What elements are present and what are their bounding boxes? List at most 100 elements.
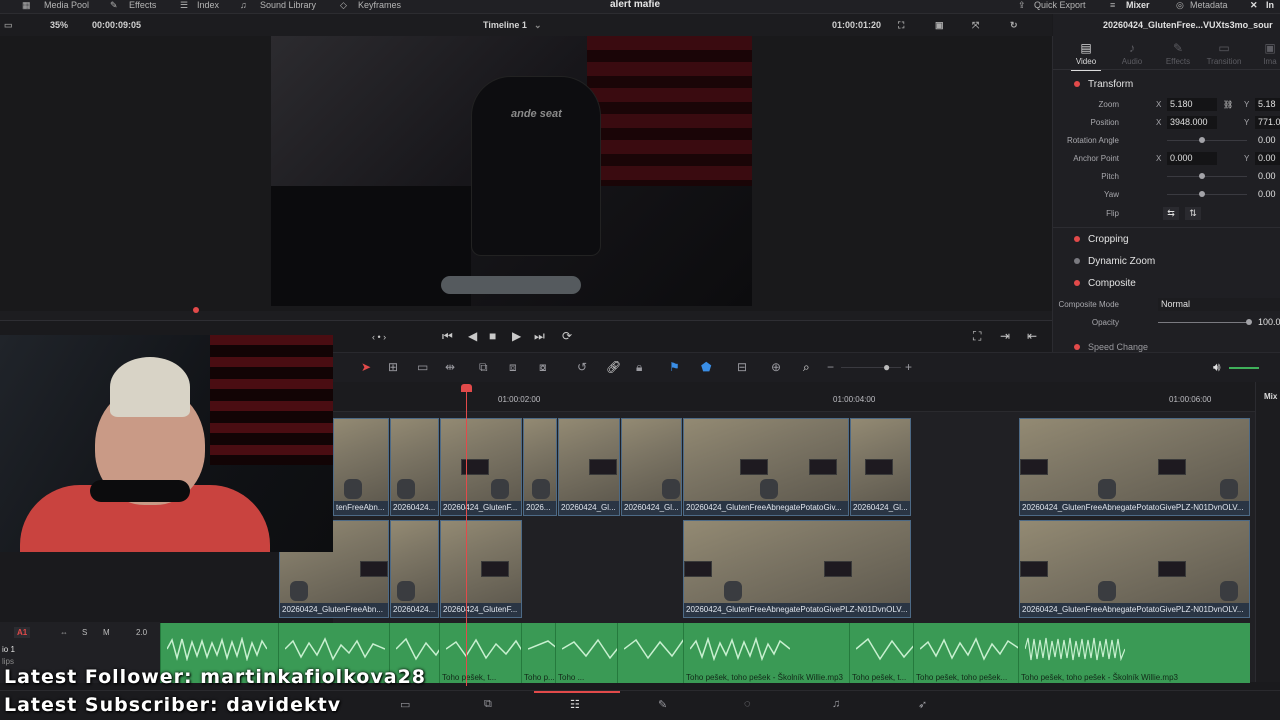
zoom-out-icon[interactable]: − [827,360,834,374]
index-button[interactable]: Index [197,0,219,14]
fullscreen-icon[interactable]: ⛶ [973,329,981,344]
inspector-button[interactable]: In [1266,0,1274,14]
overwrite-clip-icon[interactable]: ⧈ [509,360,517,375]
video-clip[interactable]: 20260424_GlutenFreeAbnegatePotatoGivePLZ… [683,520,911,618]
audio-clip[interactable]: Toho pešek, toho pešek... [913,623,1018,683]
audio-clip[interactable]: Toho pešek, t... [849,623,913,683]
video-clip[interactable]: 20260424_GlutenF... [440,418,522,516]
flip-horizontal-icon[interactable]: ⇆ [1163,207,1179,220]
chevron-down-icon[interactable]: ⌄ [534,20,542,31]
speed-change-enable-dot[interactable] [1074,344,1080,350]
deliver-page-icon[interactable]: ➶ [918,698,927,711]
play-reverse-icon[interactable]: ◀ [468,329,477,343]
trim-tool-icon[interactable]: ⊞ [388,360,398,374]
cut-page-icon[interactable]: ⧉ [484,698,492,711]
index-icon[interactable]: ☰ [180,0,188,14]
audio-clip[interactable]: Toho pešek, toho pešek - Školník Willie.… [683,623,849,683]
refresh-icon[interactable]: ↻ [1010,20,1018,31]
zoom-slider[interactable] [841,367,901,368]
audio-clip[interactable]: Toho p... [521,623,555,683]
mixer-button[interactable]: Mixer [1126,0,1150,14]
volume-icon[interactable]: 🔊︎ [1213,360,1221,375]
match-frame-icon[interactable]: ‹ • › [372,332,386,342]
metadata-button[interactable]: Metadata [1190,0,1228,14]
metadata-icon[interactable]: ◎ [1176,0,1184,14]
audio-clip[interactable] [617,623,683,683]
zoom-full-icon[interactable]: ⊟ [737,360,747,374]
video-clip[interactable]: 20260424_GlutenF... [440,520,522,618]
viewer-scrubber[interactable] [0,307,1052,321]
color-page-icon[interactable]: ◌ [744,698,751,710]
video-clip[interactable]: 2026... [523,418,557,516]
audio-clip[interactable]: Toho pešek, toho pešek - Školník Willie.… [1018,623,1250,683]
yaw-value[interactable]: 0.00 [1255,188,1280,201]
video-clip[interactable]: tenFreeAbn... [333,418,389,516]
flip-vertical-icon[interactable]: ⇅ [1185,207,1201,220]
opacity-slider[interactable] [1158,322,1248,323]
quick-export-icon[interactable]: ⇪ [1018,0,1026,14]
video-clip[interactable]: 20260424_Gl... [558,418,620,516]
mixer-icon[interactable]: ≡ [1110,0,1115,14]
prev-edit-icon[interactable]: ⇤ [1027,329,1037,343]
linked-selection-icon[interactable]: 🔗︎ [606,360,621,374]
anchor-x-field[interactable]: 0.000 [1167,152,1217,165]
media-pool-button[interactable]: Media Pool [44,0,89,14]
tab-transition[interactable]: ▭ Transition [1201,41,1247,66]
aspect-icon[interactable]: ⛶ [898,20,904,31]
composite-mode-select[interactable]: Normal [1158,298,1280,311]
tab-effects[interactable]: ✎ Effects [1155,41,1201,66]
transform-overlay-icon[interactable]: ⤧ [972,20,979,31]
display-icon[interactable]: ▣ [935,20,944,31]
position-y-field[interactable]: 771.0 [1255,116,1280,129]
selection-tool-icon[interactable]: ➤ [361,360,371,374]
zoom-in-icon[interactable]: + [905,360,912,374]
position-x-field[interactable]: 3948.000 [1167,116,1217,129]
link-icon[interactable]: ⛓ [1223,100,1233,109]
video-clip[interactable]: 20260424... [390,418,439,516]
keyframes-button[interactable]: Keyframes [358,0,401,14]
rotation-knob[interactable] [1199,137,1205,143]
dynamic-zoom-enable-dot[interactable] [1074,258,1080,264]
position-lock-icon[interactable]: 🔒︎ [636,360,642,375]
solo-button[interactable]: S [82,628,87,637]
mute-button[interactable]: M [103,628,110,637]
tab-image[interactable]: ▣ Ima [1247,41,1280,66]
inspector-icon[interactable]: ✕ [1250,0,1258,14]
dynamic-trim-icon[interactable]: ▭ [417,360,428,374]
zoom-custom-icon[interactable]: ⌕ [803,360,810,375]
transform-section[interactable]: Transform [1053,76,1280,94]
opacity-value[interactable]: 100.0 [1255,316,1280,329]
insert-clip-icon[interactable]: ⧉ [479,360,488,375]
skip-end-icon[interactable]: ⏭ [534,329,545,344]
effects-icon[interactable]: ✎ [110,0,118,14]
next-edit-icon[interactable]: ⇥ [1000,329,1010,343]
scrub-playhead[interactable] [193,307,199,313]
yaw-knob[interactable] [1199,191,1205,197]
flag-icon[interactable]: ⚑ [669,360,680,374]
yaw-slider[interactable] [1167,194,1247,195]
pitch-slider[interactable] [1167,176,1247,177]
tab-video[interactable]: ▤ Video [1063,41,1109,71]
cropping-section[interactable]: Cropping [1053,231,1280,249]
dynamic-zoom-section[interactable]: Dynamic Zoom [1053,253,1280,271]
layout-icon[interactable]: ▭ [4,20,13,31]
tab-audio[interactable]: ♪ Audio [1109,41,1155,66]
quick-export-button[interactable]: Quick Export [1034,0,1086,14]
auto-select-icon[interactable]: ⇔ [60,628,68,637]
media-pool-icon[interactable]: ▦ [22,0,31,14]
marker-icon[interactable]: ⬟ [701,360,711,374]
speed-change-section[interactable]: Speed Change [1053,339,1280,352]
replace-clip-icon[interactable]: ⧇ [539,360,547,375]
video-clip[interactable]: 20260424_Gl... [850,418,911,516]
video-clip[interactable]: 20260424_Gl... [621,418,682,516]
audio-track-name[interactable]: io 1 [2,645,15,654]
volume-slider[interactable] [1229,367,1259,369]
anchor-y-field[interactable]: 0.00 [1255,152,1280,165]
fusion-page-icon[interactable]: ✎ [658,698,667,711]
zoom-y-field[interactable]: 5.18 [1255,98,1280,111]
stop-icon[interactable]: ■ [489,329,496,343]
opacity-knob[interactable] [1246,319,1252,325]
sound-library-icon[interactable]: ♫ [240,0,247,14]
rotation-value[interactable]: 0.00 [1255,134,1280,147]
transform-enable-dot[interactable] [1074,81,1080,87]
